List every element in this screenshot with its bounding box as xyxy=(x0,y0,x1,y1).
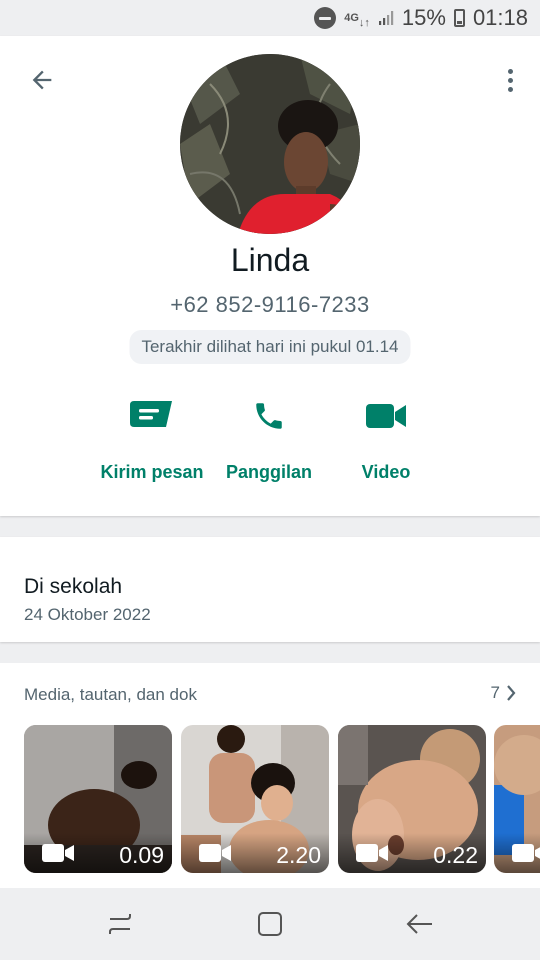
more-options-button[interactable] xyxy=(498,62,522,98)
last-seen-badge: Terakhir dilihat hari ini pukul 01.14 xyxy=(129,330,411,364)
media-section: Media, tautan, dan dok 7 0.09 2.20 0.22 xyxy=(0,663,540,888)
video-duration: 0.22 xyxy=(433,842,478,868)
home-icon xyxy=(258,912,282,936)
about-text: Di sekolah xyxy=(24,575,123,598)
video-call-button[interactable]: Video xyxy=(316,392,456,483)
contact-name: Linda xyxy=(230,242,310,278)
recent-apps-icon xyxy=(109,914,131,934)
voice-call-label: Panggilan xyxy=(225,462,312,482)
arrow-left-icon xyxy=(32,70,52,90)
network-type: 4G xyxy=(344,12,359,24)
media-thumbnail[interactable]: 0.22 xyxy=(338,725,486,873)
network-indicator: 4G ↓↑ xyxy=(344,12,370,29)
back-arrow-icon xyxy=(406,914,432,934)
message-icon xyxy=(130,392,174,440)
about-date: 24 Oktober 2022 xyxy=(24,605,151,624)
video-icon xyxy=(512,844,540,862)
profile-card: Linda +62 852-9116-7233 Terakhir dilihat… xyxy=(0,36,540,516)
battery-icon xyxy=(453,9,465,27)
chevron-right-icon xyxy=(507,685,516,701)
signal-icon xyxy=(378,10,394,26)
contact-info-screen: 4G ↓↑ 15% 01:18 Linda +62 852-9116-7233 … xyxy=(0,0,540,960)
system-nav-bar xyxy=(0,888,540,960)
home-button[interactable] xyxy=(250,908,290,940)
phone-number: +62 852-9116-7233 xyxy=(170,292,370,317)
send-message-label: Kirim pesan xyxy=(100,462,204,482)
nav-back-button[interactable] xyxy=(400,908,440,940)
video-icon xyxy=(42,844,74,862)
do-not-disturb-icon xyxy=(314,7,337,29)
media-thumbnail[interactable]: 0.09 xyxy=(24,725,172,873)
video-call-label: Video xyxy=(361,462,411,482)
battery-percent: 15% xyxy=(401,5,446,30)
media-count: 7 xyxy=(490,683,500,702)
back-button[interactable] xyxy=(22,60,62,100)
video-icon xyxy=(199,844,231,862)
status-time: 01:18 xyxy=(472,5,528,30)
avatar[interactable] xyxy=(180,54,360,234)
video-duration: 0.09 xyxy=(119,842,164,868)
phone-icon xyxy=(252,392,286,440)
action-row: Kirim pesan Panggilan Video xyxy=(0,392,540,492)
about-card[interactable]: Di sekolah 24 Oktober 2022 xyxy=(0,537,540,642)
more-vert-icon xyxy=(507,68,513,74)
video-icon xyxy=(366,392,406,440)
media-title: Media, tautan, dan dok xyxy=(24,685,197,704)
media-thumbnail[interactable] xyxy=(494,725,540,873)
video-icon xyxy=(356,844,388,862)
media-thumbnail[interactable]: 2.20 xyxy=(181,725,329,873)
recent-apps-button[interactable] xyxy=(100,908,140,940)
status-bar: 4G ↓↑ 15% 01:18 xyxy=(0,0,540,36)
video-duration: 2.20 xyxy=(276,842,321,868)
media-count-link[interactable]: 7 xyxy=(491,683,516,703)
